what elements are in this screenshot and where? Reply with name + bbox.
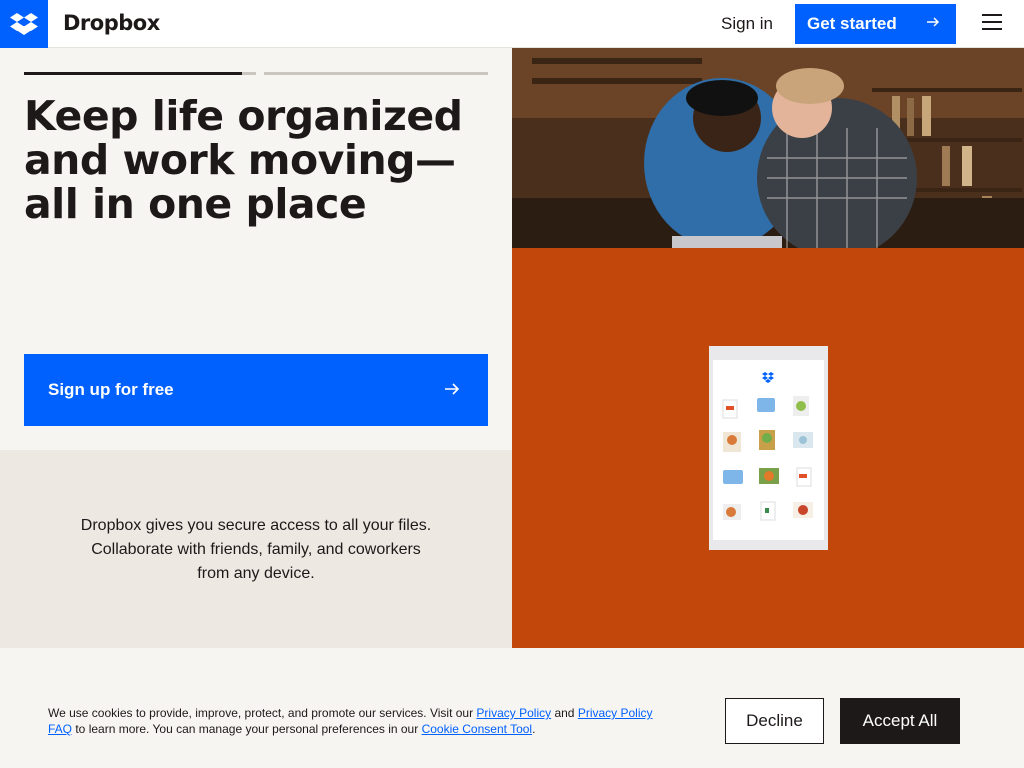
cookie-text-3: to learn more. You can manage your perso… [72,722,422,736]
hero-headline: Keep life organized and work moving— all… [24,94,504,226]
device-mockup [709,346,828,550]
sign-up-label: Sign up for free [48,380,174,399]
device-screen [713,360,824,540]
hero-description: Dropbox gives you secure access to all y… [40,514,472,586]
cookie-text-2: and [551,706,578,720]
hamburger-menu-icon[interactable] [982,14,1002,34]
brand-wordmark[interactable]: Dropbox [63,11,160,35]
headline-line-1: Keep life organized [24,92,463,140]
sign-in-link[interactable]: Sign in [721,14,773,34]
hero-section: Keep life organized and work moving— all… [0,48,512,450]
file-grid-preview [722,372,813,521]
slide-progress-1-fill [24,72,242,75]
cookie-consent-tool-link[interactable]: Cookie Consent Tool [422,722,533,736]
description-line-1: Dropbox gives you secure access to all y… [80,517,432,534]
privacy-policy-link[interactable]: Privacy Policy [476,706,551,720]
sign-up-free-button[interactable]: Sign up for free [24,354,488,426]
headline-line-3: all in one place [24,180,367,228]
arrow-right-icon [445,383,460,395]
headline-line-2: and work moving— [24,136,456,184]
slide-progress-1[interactable] [24,72,256,75]
cookie-text-4: . [532,722,536,736]
hero-photo [512,48,1024,248]
slide-progress-2[interactable] [264,72,488,75]
description-panel: Dropbox gives you secure access to all y… [0,450,512,648]
description-line-3: from any device. [197,565,315,582]
get-started-label: Get started [807,14,897,33]
cookie-consent-banner: We use cookies to provide, improve, prot… [0,648,1024,768]
cookie-message: We use cookies to provide, improve, prot… [48,705,668,737]
accept-all-button[interactable]: Accept All [840,698,960,744]
cookie-text-1: We use cookies to provide, improve, prot… [48,706,477,720]
top-navigation-bar: Dropbox Sign in Get started [0,0,1024,48]
dropbox-logo-icon[interactable] [0,0,48,48]
decline-button[interactable]: Decline [725,698,824,744]
arrow-right-icon [927,17,940,27]
description-line-2: Collaborate with friends, family, and co… [91,541,421,558]
get-started-button[interactable]: Get started [795,4,956,44]
product-preview-panel [512,248,1024,648]
